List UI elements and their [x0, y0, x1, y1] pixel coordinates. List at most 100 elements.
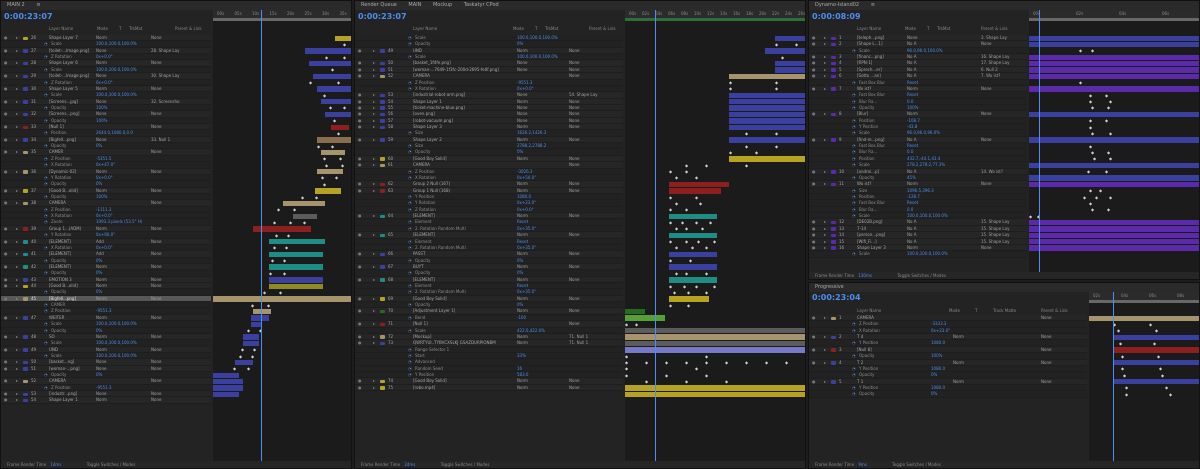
label-color-swatch[interactable] [380, 163, 385, 168]
layer-duration-bar[interactable] [243, 340, 259, 347]
keyframe-icon[interactable]: ◆ [695, 175, 698, 180]
layer-duration-bar[interactable] [243, 334, 259, 340]
col-layer-name[interactable]: Layer Name [857, 307, 881, 314]
layer-duration-bar[interactable] [669, 264, 717, 270]
expand-twirl-icon[interactable]: ▸ [373, 385, 375, 391]
layer-duration-bar[interactable] [1029, 181, 1199, 188]
keyframe-icon[interactable]: ◆ [1089, 93, 1092, 98]
label-color-swatch[interactable] [380, 106, 385, 110]
col-t[interactable]: T [119, 25, 121, 32]
layer-duration-bar[interactable] [669, 213, 717, 219]
time-ruler[interactable]: 00s 02s 04s 06s 08s 10s 12s 14s 16s 18s 20s 22s 24s 2… [625, 10, 805, 18]
col-mode[interactable]: Mode [949, 307, 960, 314]
playhead[interactable] [1039, 10, 1040, 273]
keyframe-icon[interactable]: ◆ [685, 271, 688, 276]
label-color-swatch[interactable] [831, 112, 836, 117]
col-parent[interactable]: Parent & Link [981, 25, 1008, 32]
layer-duration-bar[interactable] [1029, 111, 1199, 118]
keyframe-icon[interactable]: ◆ [705, 360, 708, 365]
layer-duration-bar[interactable] [305, 48, 351, 54]
label-color-swatch[interactable] [380, 278, 385, 282]
keyframe-icon[interactable]: ◆ [775, 86, 778, 91]
panel-menu-icon[interactable]: ≡ [36, 2, 40, 8]
keyframe-icon[interactable]: ◆ [775, 131, 778, 136]
timeline-area[interactable]: 00s 05s 10s 15s 20s 25s 30s 35s ◆ ◆ ◆ ◆ ◆ ◆ ◆ ◆ ◆ ◆ ◆ ◆ ◆ ◆ ◆… [213, 10, 351, 461]
label-color-swatch[interactable] [831, 61, 836, 66]
keyframe-icon[interactable]: ◆ [289, 220, 292, 225]
keyframe-icon[interactable]: ◆ [275, 233, 278, 238]
layer-duration-bar[interactable] [1113, 347, 1199, 353]
layer-duration-bar[interactable] [1029, 60, 1199, 67]
keyframe-icon[interactable]: ◆ [713, 284, 716, 289]
label-color-swatch[interactable] [23, 379, 28, 384]
work-area-bar[interactable] [213, 18, 351, 21]
keyframe-icon[interactable]: ◆ [247, 366, 250, 371]
label-color-swatch[interactable] [380, 252, 385, 257]
layer-duration-bar[interactable] [1029, 175, 1199, 181]
label-color-swatch[interactable] [380, 74, 385, 79]
layer-duration-bar[interactable] [1029, 67, 1199, 73]
col-t[interactable]: T [975, 307, 977, 314]
keyframe-icon[interactable]: ◆ [1107, 207, 1110, 212]
layer-duration-bar[interactable] [1029, 245, 1199, 251]
keyframe-icon[interactable]: ◆ [1153, 341, 1156, 346]
keyframe-icon[interactable]: ◆ [687, 303, 690, 308]
label-color-swatch[interactable] [831, 361, 836, 365]
col-layer-name[interactable]: Layer Name [413, 25, 437, 32]
keyframe-icon[interactable]: ◆ [645, 360, 648, 365]
keyframe-icon[interactable]: ◆ [1079, 48, 1082, 53]
keyframe-icon[interactable]: ◆ [1155, 328, 1158, 333]
keyframe-icon[interactable]: ◆ [675, 271, 678, 276]
keyframe-icon[interactable]: ◆ [285, 245, 288, 250]
keyframe-icon[interactable]: ◆ [1169, 392, 1172, 397]
keyframe-icon[interactable]: ◆ [675, 245, 678, 250]
keyframe-icon[interactable]: ◆ [1091, 48, 1094, 53]
keyframe-icon[interactable]: ◆ [665, 373, 668, 378]
keyframe-icon[interactable]: ◆ [251, 354, 254, 359]
keyframe-icon[interactable]: ◆ [729, 150, 732, 155]
label-color-swatch[interactable] [23, 138, 28, 142]
parent-select[interactable]: None [151, 397, 161, 403]
keyframe-icon[interactable]: ◆ [785, 360, 788, 365]
layer-duration-bar[interactable] [1029, 54, 1199, 60]
label-color-swatch[interactable] [380, 386, 385, 390]
keyframe-icon[interactable]: ◆ [1093, 156, 1096, 161]
keyframe-icon[interactable]: ◆ [273, 245, 276, 250]
col-trkmat[interactable]: TrkMat [545, 25, 558, 32]
keyframe-icon[interactable]: ◆ [685, 379, 688, 384]
label-color-swatch[interactable] [380, 119, 385, 123]
keyframe-icon[interactable]: ◆ [675, 175, 678, 180]
label-color-swatch[interactable] [831, 380, 836, 384]
layer-duration-bar[interactable] [669, 296, 709, 302]
keyframe-icon[interactable]: ◆ [1165, 385, 1168, 390]
keyframe-icon[interactable]: ◆ [269, 271, 272, 276]
keyframe-icon[interactable]: ◆ [695, 284, 698, 289]
label-color-swatch[interactable] [380, 112, 385, 117]
time-ruler[interactable]: 00s 05s 10s 15s 20s 25s 30s 35s [213, 10, 351, 18]
parent-select[interactable]: None [569, 385, 579, 391]
layer-duration-bar[interactable] [213, 372, 239, 378]
label-color-swatch[interactable] [23, 398, 28, 403]
layer-duration-bar[interactable] [235, 359, 253, 366]
current-time[interactable]: 0:00:23:07 [358, 12, 407, 21]
keyframe-icon[interactable]: ◆ [745, 131, 748, 136]
keyframe-icon[interactable]: ◆ [1109, 131, 1112, 136]
keyframe-icon[interactable]: ◆ [705, 163, 708, 168]
label-color-swatch[interactable] [380, 322, 385, 327]
keyframe-icon[interactable]: ◆ [337, 131, 340, 136]
keyframe-icon[interactable]: ◆ [645, 379, 648, 384]
toggle-switches-modes[interactable]: Toggle Switches / Modes [87, 462, 136, 467]
keyframe-icon[interactable]: ◆ [705, 373, 708, 378]
keyframe-icon[interactable]: ◆ [315, 195, 318, 200]
keyframe-icon[interactable]: ◆ [1029, 214, 1032, 219]
layer-duration-bar[interactable] [269, 283, 323, 289]
label-color-swatch[interactable] [23, 170, 28, 174]
layer-duration-bar[interactable] [293, 213, 317, 219]
label-color-swatch[interactable] [23, 240, 28, 244]
label-color-swatch[interactable] [23, 74, 28, 79]
label-color-swatch[interactable] [23, 125, 28, 130]
layer-duration-bar[interactable] [625, 308, 645, 315]
keyframe-icon[interactable]: ◆ [691, 245, 694, 250]
keyframe-icon[interactable]: ◆ [687, 290, 690, 295]
keyframe-icon[interactable]: ◆ [329, 105, 332, 110]
